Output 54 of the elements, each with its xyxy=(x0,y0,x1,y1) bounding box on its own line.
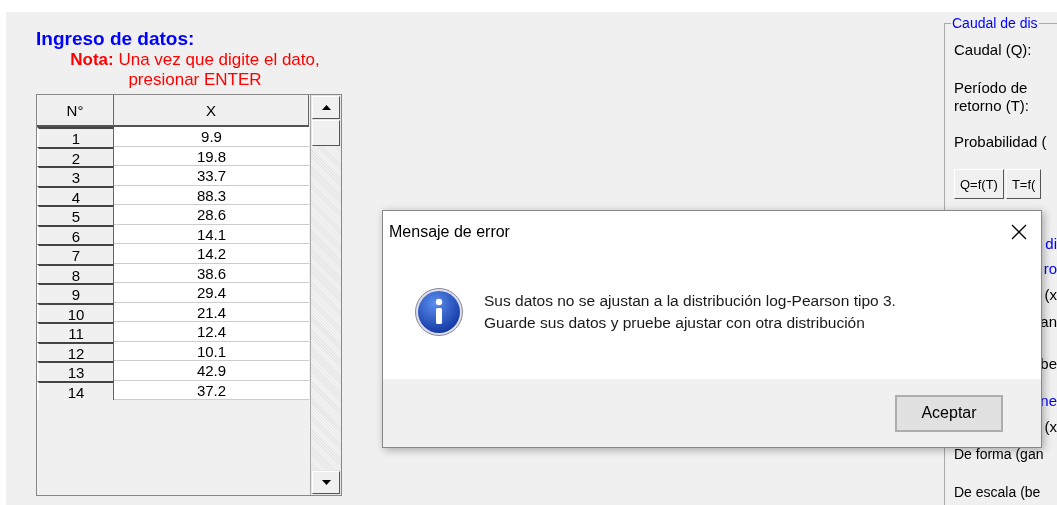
row-number: 7 xyxy=(37,244,114,264)
row-number: 6 xyxy=(37,224,114,244)
ok-button[interactable]: Aceptar xyxy=(895,394,1003,432)
scroll-down-button[interactable] xyxy=(312,471,340,494)
row-number: 14 xyxy=(37,380,114,400)
note-text: Nota: Una vez que digite el dato, presionar ENTER xyxy=(69,50,321,90)
info-icon xyxy=(414,287,464,337)
scroll-up-button[interactable] xyxy=(312,96,340,119)
calculate-button[interactable]: T=f( xyxy=(1005,169,1042,199)
label-text: di xyxy=(1045,235,1057,253)
table-cell[interactable]: 21.4 xyxy=(114,302,309,322)
row-number: 9 xyxy=(37,283,114,303)
section-heading: Ingreso de datos: xyxy=(36,28,196,50)
column-header: N° xyxy=(37,95,114,127)
row-number: 12 xyxy=(37,341,114,361)
table-cell[interactable]: 88.3 xyxy=(114,185,309,205)
dialog-title: Mensaje de error xyxy=(389,223,510,241)
column-header: X xyxy=(114,95,309,127)
table-cell[interactable]: 29.4 xyxy=(114,283,309,303)
row-number: 1 xyxy=(37,127,114,147)
label-text: De forma (gan xyxy=(954,445,1044,463)
field-label: Caudal (Q): xyxy=(954,41,1033,59)
row-number: 3 xyxy=(37,166,114,186)
table-cell[interactable]: 14.1 xyxy=(114,224,309,244)
error-message: Sus datos no se ajustan a la distribución log-Pearson tipo 3. Guarde sus datos y pruebe ajustar con otra distribución xyxy=(484,291,896,333)
label-text: (x xyxy=(1044,286,1057,304)
label-text: De escala (be xyxy=(954,483,1041,501)
label-text: ro xyxy=(1043,260,1057,278)
table-cell[interactable]: 42.9 xyxy=(114,361,309,381)
field-label: Período de retorno (T): xyxy=(954,79,1030,115)
row-number: 2 xyxy=(37,146,114,166)
label-text: (x xyxy=(1044,418,1057,436)
table-cell[interactable]: 37.2 xyxy=(114,380,309,400)
table-cell[interactable]: 33.7 xyxy=(114,166,309,186)
table-cell[interactable]: 38.6 xyxy=(114,263,309,283)
table-cell[interactable]: 10.1 xyxy=(114,341,309,361)
row-number: 5 xyxy=(37,205,114,225)
table-cell[interactable]: 12.4 xyxy=(114,322,309,342)
table-cell[interactable]: 28.6 xyxy=(114,205,309,225)
row-number: 10 xyxy=(37,302,114,322)
row-number: 8 xyxy=(37,263,114,283)
field-label: Probabilidad ( xyxy=(954,133,1048,151)
scrollbar[interactable] xyxy=(310,95,341,495)
calculate-button[interactable]: Q=f(T) xyxy=(954,169,1004,199)
row-number: 11 xyxy=(37,322,114,342)
row-number: 13 xyxy=(37,361,114,381)
table-cell[interactable]: 9.9 xyxy=(114,127,309,147)
table-cell[interactable]: 14.2 xyxy=(114,244,309,264)
close-icon[interactable] xyxy=(1011,224,1027,240)
row-number: 4 xyxy=(37,185,114,205)
table-cell[interactable]: 19.8 xyxy=(114,146,309,166)
scroll-thumb[interactable] xyxy=(312,120,340,146)
up-arrow-icon xyxy=(321,105,331,110)
down-arrow-icon xyxy=(321,480,331,485)
